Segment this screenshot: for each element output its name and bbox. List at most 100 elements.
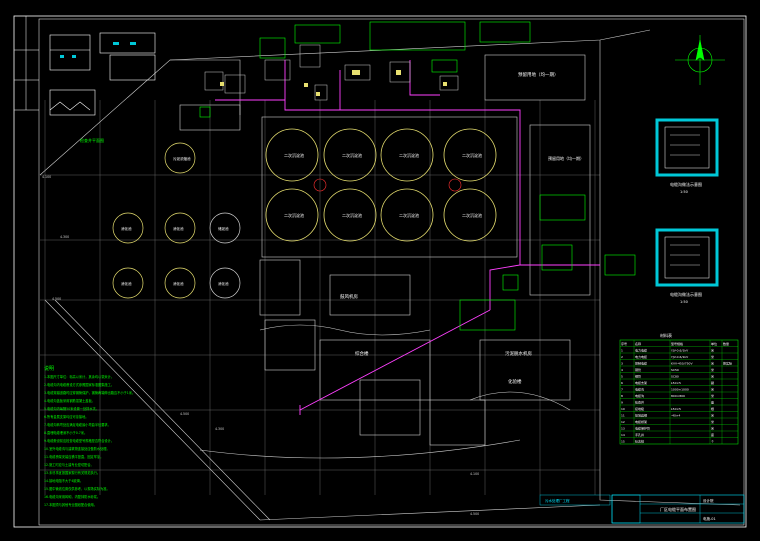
title-company: 设计院 [703,498,714,503]
clarifier-label: 二次沉淀池 [342,152,362,158]
title-block: 厂区电缆平面布置图 设计院 电施-01 [611,494,745,524]
building-lab [359,379,421,436]
structures [179,54,591,459]
legend-cell: 米 [711,354,714,359]
detail-title-1: 电缆沟做法示意图 [670,181,702,187]
clarifier-label: 二次沉淀池 [399,152,419,158]
label-storage-top: 预留用地（均一期） [518,71,559,78]
legend-header: 单位 [711,341,717,346]
label-admin: 综合楼 [355,350,369,357]
legend-cell: -40×4 [671,414,680,418]
legend-cell: 手孔井 [635,432,644,437]
legend-cell: 3 [621,362,623,366]
left-tank-label: 消化池 [218,281,229,286]
building-store [429,399,486,446]
detail-scale-1: 1:50 [680,190,688,194]
clarifier-group: 二次沉淀池 二次沉淀池 二次沉淀池 二次沉淀池二次沉淀池 二次沉淀池 二次沉淀池 二次沉淀池 [265,128,497,242]
elevation-label: 4.500 [470,512,479,516]
label-storage-mid: 预留用地（均一期） [548,155,584,161]
north-arrow-icon [675,35,725,85]
note-line: 4.电缆沟盖板采用钢筋混凝土盖板。 [44,398,95,403]
legend-cell: 14 [621,433,625,437]
legend-cell: YJV-0.6/1kV [671,355,689,359]
note-line: 10.室外电缆沟与建筑物连接处应做防水处理。 [44,446,110,451]
legend-cell: 5 [621,375,623,379]
legend-cell: 2 [621,355,623,359]
legend-header: 名称 [635,341,641,346]
cad-drawing-canvas: 污泥浓缩池 消化池 消化池 储泥池 消化池 消化池 消化池 二次沉淀池 二次沉淀池 二次沉淀池二… [0,0,760,541]
legend-cell: 座 [711,432,714,437]
legend-cell: 钢管 [635,367,641,372]
legend-cell: 米 [711,374,714,379]
inner-frame [38,18,745,526]
note-line: 1.本图尺寸单位：标高以米计，其余均以毫米计。 [44,374,114,379]
clarifier-label: 二次沉淀池 [342,212,362,218]
note-line: 3.电缆穿越道路时应穿钢管保护，钢管两端伸出路边不小于1米。 [44,390,135,395]
legend-cell: 米 [711,361,714,366]
legend-cell: 13 [621,427,625,431]
legend-cell: 控制电缆 [635,361,647,366]
building-pump [259,259,301,316]
legend-cell: 接地极 [635,406,644,411]
left-tank-group: 污泥浓缩池消化池 消化池 储泥池消化池 消化池 消化池 [112,142,241,299]
left-tank-label: 消化池 [121,281,132,286]
legend-cell: 米 [711,387,714,392]
top-equipment-markers [220,70,447,96]
legend-cell: 电缆桥架 [635,419,647,424]
legend-cell: 副 [711,380,714,385]
legend-cell: 15 [621,440,625,444]
clarifier-label: 二次沉淀池 [399,212,419,218]
legend-cell: 个 [711,440,714,444]
clarifier-label: 二次沉淀池 [284,152,304,158]
elevation-label: 4.500 [180,412,189,416]
legend-cell: 根 [711,406,714,411]
legend-cell: L50×5 [671,381,681,385]
left-tank-label: 消化池 [173,281,184,286]
legend-cell: 1 [621,349,623,353]
legend-header: 序号 [621,341,627,346]
legend-cell: 标志桩 [635,439,644,444]
trench-detail-2 [655,228,719,287]
elevation-label: 4.300 [215,427,224,431]
left-detail-title: 检查井平面图 [80,137,104,143]
legend-header: 数量 [723,341,729,346]
legend-title: 材料表 [660,332,672,338]
site-plan-svg: 污泥浓缩池消化池 消化池 储泥池消化池 消化池 消化池 二次沉淀池 二次沉淀池 二次沉淀池二… [13,15,747,528]
elevation-labels: 4.100 4.300 4.500 4.500 4.300 4.100 4.500 [42,175,479,516]
legend-cell: 8 [621,394,623,398]
note-line: 7.电缆沟转弯处应满足电缆最小弯曲半径要求。 [44,422,111,427]
note-line: 11.电缆桥架安装应横平竖直，固定牢靠。 [44,454,103,459]
legend-table: 材料表序号 名称 型号规格 单位 数量 1 电力电缆 YJV-0.6/1kV 米 2 电力电缆 YJV… [619,332,739,445]
label-sludge: 污泥脱水机房 [505,350,532,357]
note-line: 14.接地电阻不大于4欧姆。 [44,478,83,483]
legend-cell: 6 [621,381,623,385]
legend-header: 型号规格 [671,341,683,346]
note-line: 9.电缆敷设前应检查电缆型号规格是否符合设计。 [44,438,114,443]
notes-block: 1.本图尺寸单位：标高以米计，其余均以毫米计。 2.电缆沟内电缆敷设方式参照国家标… [44,374,135,507]
legend-cell: 电力电缆 [635,354,647,359]
label-aeration: 鼓风机房 [340,293,358,300]
legend-cell: 9 [621,401,623,405]
note-line: 15.图中管线位置仅供参考，以现场实际为准。 [44,486,110,491]
left-tank-label: 污泥浓缩池 [173,156,191,161]
legend-cell: 电缆沟 [635,393,644,398]
note-line: 6.所有金属支架均应可靠接地。 [44,414,88,419]
note-line: 12.施工时应与土建专业密切配合。 [44,462,94,467]
clarifier-label: 二次沉淀池 [284,212,304,218]
elevation-label: 4.100 [42,175,51,179]
legend-cell: 电缆保护管 [635,426,650,431]
legend-cell: YJV-0.6/1kV [671,349,689,353]
distribution-well [448,178,462,192]
note-line: 8.直埋电缆埋深不小于0.7米。 [44,430,87,435]
label-lab: 化验楼 [508,378,522,385]
top-small-structures [204,44,459,101]
detail-title-2: 电缆沟做法示意图 [670,291,702,297]
legend-cell: KVV-450/750V [671,362,693,366]
notes-title: 说明 [44,365,54,372]
legend-cell: SC50 [671,368,679,372]
note-line: 17.本图须与其他专业图纸配合使用。 [44,502,97,507]
clarifier-label: 二次沉淀池 [462,152,482,158]
legend-cell: 1000×1000 [671,388,689,392]
clarifier-yard [261,116,518,258]
legend-cell: 检查井 [635,400,644,405]
